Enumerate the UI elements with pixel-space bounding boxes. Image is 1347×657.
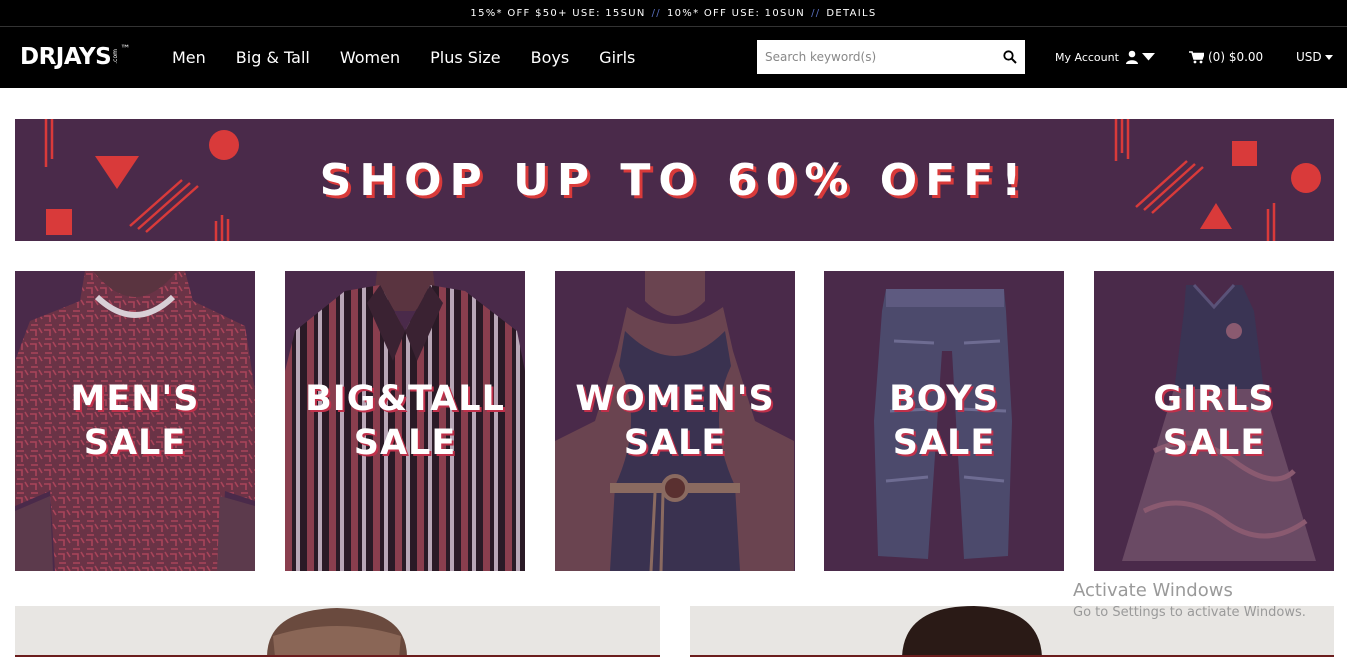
promo-separator: // <box>651 7 661 19</box>
nav-item-plus-size[interactable]: Plus Size <box>430 48 501 67</box>
tile-label: BIG&TALL SALE <box>285 271 525 571</box>
model-head-image <box>267 608 407 657</box>
tile-label: WOMEN'S SALE <box>555 271 795 571</box>
logo-word: DRJAYS <box>20 44 112 70</box>
search-input[interactable] <box>765 42 995 72</box>
model-hair-image <box>902 606 1042 657</box>
site-logo[interactable]: DRJAYS .com ™ <box>20 43 130 73</box>
tile-label: MEN'S SALE <box>15 271 255 571</box>
watermark-title: Activate Windows <box>1073 580 1233 601</box>
cart-summary: (0) $0.00 <box>1208 50 1264 64</box>
tile-label-line2: SALE <box>623 423 727 463</box>
category-tile-girls-sale[interactable]: GIRLS SALE <box>1094 271 1334 571</box>
promo-image-right[interactable] <box>690 606 1334 657</box>
tile-label: GIRLS SALE <box>1094 271 1334 571</box>
nav-item-girls[interactable]: Girls <box>599 48 635 67</box>
tile-label-line1: BOYS <box>889 379 999 419</box>
hero-banner[interactable]: SHOP UP TO 60% OFF! <box>15 119 1334 241</box>
caret-down-icon <box>1324 54 1333 60</box>
category-tile-big-tall-sale[interactable]: BIG&TALL SALE <box>285 271 525 571</box>
promo-offer-1: 15%* OFF $50+ USE: 15SUN <box>470 7 646 19</box>
category-tile-womens-sale[interactable]: WOMEN'S SALE <box>555 271 795 571</box>
nav-item-big-tall[interactable]: Big & Tall <box>236 48 310 67</box>
logo-dotcom: .com <box>112 49 120 64</box>
user-icon <box>1125 50 1138 64</box>
search-icon <box>1003 50 1017 64</box>
promo-image-left[interactable] <box>15 606 660 657</box>
nav-item-men[interactable]: Men <box>172 48 206 67</box>
site-header: DRJAYS .com ™ Men Big & Tall Women Plus … <box>0 27 1347 88</box>
main-nav: Men Big & Tall Women Plus Size Boys Girl… <box>157 27 650 88</box>
my-account-menu[interactable]: My Account <box>1055 47 1155 67</box>
category-tile-mens-sale[interactable]: MEN'S SALE <box>15 271 255 571</box>
logo-trademark: ™ <box>120 44 131 55</box>
search-box <box>757 40 1025 74</box>
tile-label-line2: SALE <box>892 423 996 463</box>
hero-headline: SHOP UP TO 60% OFF! <box>319 154 1030 206</box>
tile-label-line1: BIG&TALL <box>305 379 505 419</box>
nav-item-women[interactable]: Women <box>340 48 400 67</box>
tile-label-line2: SALE <box>1162 423 1266 463</box>
tile-label: BOYS SALE <box>824 271 1064 571</box>
my-account-label: My Account <box>1055 50 1119 64</box>
tile-label-line2: SALE <box>83 423 187 463</box>
nav-item-boys[interactable]: Boys <box>531 48 570 67</box>
tile-label-line1: GIRLS <box>1153 379 1275 419</box>
tile-label-line1: WOMEN'S <box>575 379 775 419</box>
currency-selector[interactable]: USD <box>1296 47 1333 67</box>
promo-bar: 15%* OFF $50+ USE: 15SUN // 10%* OFF USE… <box>0 0 1347 27</box>
search-button[interactable] <box>995 40 1025 74</box>
promo-details-link[interactable]: DETAILS <box>826 8 876 19</box>
promo-offer-2: 10%* OFF USE: 10SUN <box>666 7 806 19</box>
tile-label-line2: SALE <box>353 423 457 463</box>
tile-label-line1: MEN'S <box>70 379 200 419</box>
caret-down-icon <box>1141 53 1155 61</box>
currency-label: USD <box>1296 50 1322 64</box>
cart-button[interactable]: (0) $0.00 <box>1189 47 1263 67</box>
cart-icon <box>1189 50 1204 63</box>
promo-separator: // <box>811 7 821 19</box>
category-tile-boys-sale[interactable]: BOYS SALE <box>824 271 1064 571</box>
